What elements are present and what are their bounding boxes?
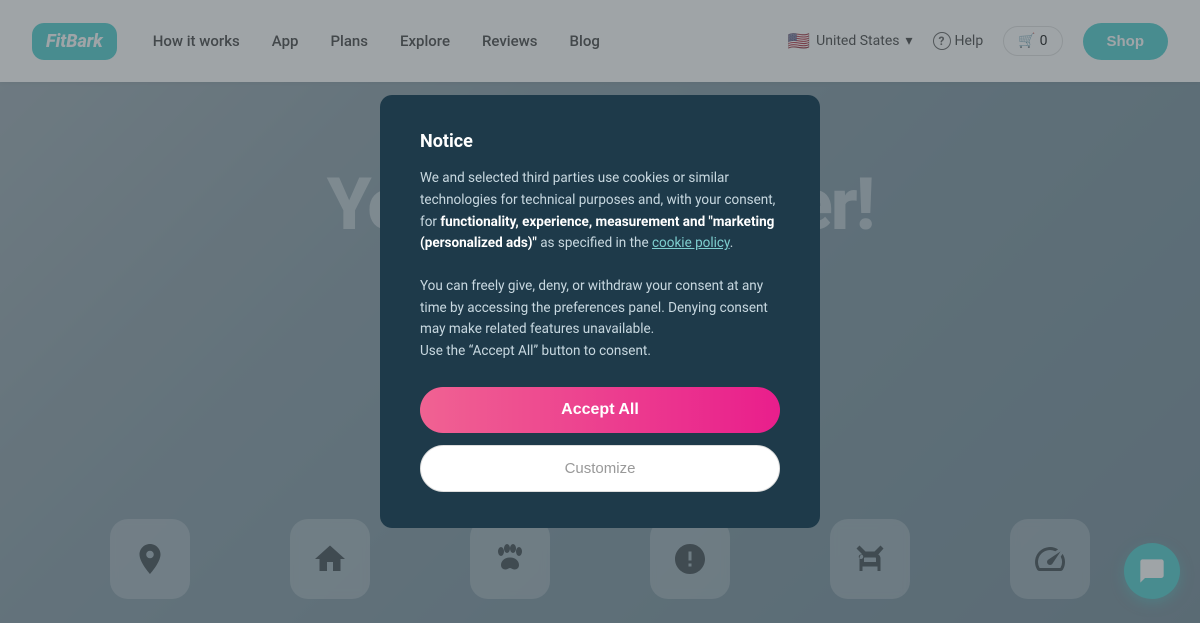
modal-title: Notice [420, 131, 780, 152]
modal-end-text: . [730, 235, 734, 251]
modal-overlay: Notice We and selected third parties use… [0, 0, 1200, 623]
modal-line3: Use the “Accept All” button to consent. [420, 343, 651, 359]
customize-button[interactable]: Customize [420, 445, 780, 492]
cookie-policy-link[interactable]: cookie policy [652, 235, 730, 251]
cookie-modal: Notice We and selected third parties use… [380, 95, 820, 527]
modal-line2: You can freely give, deny, or withdraw y… [420, 278, 768, 337]
modal-body: We and selected third parties use cookie… [420, 168, 780, 362]
accept-all-button[interactable]: Accept All [420, 387, 780, 433]
modal-mid-text: as specified in the [537, 235, 652, 251]
